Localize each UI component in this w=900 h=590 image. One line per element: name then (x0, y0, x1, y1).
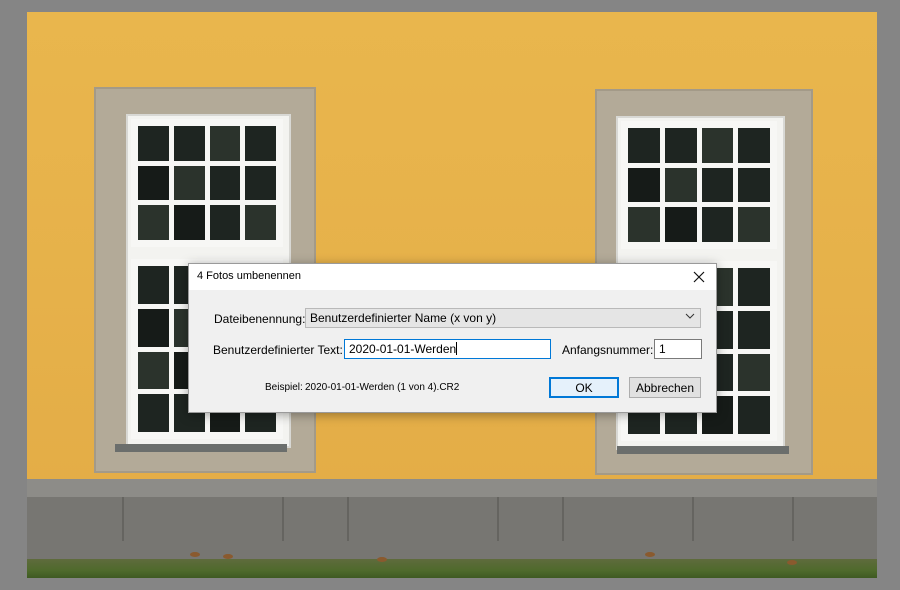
plinth-seam (347, 497, 349, 541)
right-window-upper-sash (621, 121, 777, 249)
leaf (223, 554, 233, 559)
plinth-seam (562, 497, 564, 541)
leaf (377, 557, 387, 562)
cancel-button[interactable]: Abbrechen (629, 377, 701, 398)
cancel-button-label: Abbrechen (635, 380, 695, 395)
start-number-input[interactable]: 1 (654, 339, 702, 359)
leaf (787, 560, 797, 565)
text-caret (456, 342, 458, 355)
plinth-seam (497, 497, 499, 541)
naming-dropdown-value: Benutzerdefinierter Name (x von y) (310, 311, 497, 325)
custom-text-label: Benutzerdefinierter Text: (213, 343, 343, 357)
plinth-ledge (27, 479, 877, 497)
ok-button[interactable]: OK (549, 377, 619, 398)
plinth-seam (692, 497, 694, 541)
example-value: 2020-01-01-Werden (1 von 4).CR2 (305, 382, 460, 393)
naming-dropdown[interactable]: Benutzerdefinierter Name (x von y) (305, 308, 701, 328)
close-icon[interactable] (682, 264, 716, 290)
leaf (190, 552, 200, 557)
plinth-seam (282, 497, 284, 541)
example-label: Beispiel: (265, 382, 303, 393)
custom-text-input[interactable]: 2020-01-01-Werden (344, 339, 551, 359)
custom-text-value: 2020-01-01-Werden (349, 342, 457, 356)
leaf (645, 552, 655, 557)
naming-label: Dateibenennung: (214, 312, 306, 326)
plinth-seam (122, 497, 124, 541)
start-number-value: 1 (659, 342, 666, 356)
left-window-sill (115, 444, 287, 452)
chevron-down-icon (685, 313, 695, 319)
grass-strip (27, 559, 877, 578)
start-number-label: Anfangsnummer: (562, 343, 654, 357)
left-window-upper-sash (131, 119, 283, 247)
dialog-title: 4 Fotos umbenennen (197, 270, 301, 282)
ok-button-label: OK (575, 380, 593, 395)
close-icon-glyph (693, 271, 705, 283)
right-window-sill (617, 446, 789, 454)
dialog-titlebar[interactable]: 4 Fotos umbenennen (189, 264, 716, 290)
plinth-seam (792, 497, 794, 541)
